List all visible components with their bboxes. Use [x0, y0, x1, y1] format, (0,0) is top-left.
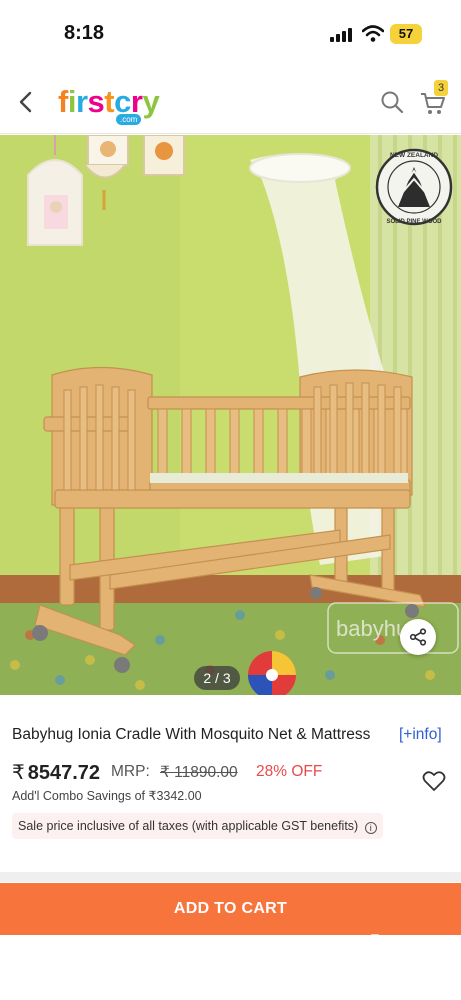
svg-text:olx: olx	[348, 929, 400, 970]
status-bar: 8:18 57	[0, 0, 461, 70]
cart-count-badge: 3	[434, 80, 448, 96]
share-button[interactable]	[400, 619, 436, 655]
logo-domain-tag: .com	[116, 114, 142, 125]
image-pager: 2 / 3	[194, 666, 240, 690]
combo-savings: Add'l Combo Savings of ₹3342.00	[12, 789, 202, 803]
app-header: firstcry .com 3	[0, 70, 461, 134]
product-image-carousel[interactable]: NEW ZEALAND SOLID PINE WOOD babyhug 2 / …	[0, 135, 461, 695]
sale-price: ₹8547.72	[12, 760, 100, 785]
wifi-icon	[362, 25, 384, 42]
firstcry-logo[interactable]: firstcry	[58, 84, 160, 120]
status-time: 8:18	[64, 22, 105, 44]
battery-indicator: 57	[390, 24, 422, 44]
product-title: Babyhug Ionia Cradle With Mosquito Net &…	[12, 726, 371, 743]
tax-note: Sale price inclusive of all taxes (with …	[12, 813, 383, 839]
price-value: 8547.72	[27, 762, 101, 784]
olx-watermark-logo: olx	[347, 928, 402, 972]
badge-bottom-text: SOLID PINE WOOD	[386, 219, 442, 225]
badge-top-text: NEW ZEALAND	[390, 152, 438, 159]
signal-icon	[330, 28, 354, 42]
info-icon[interactable]: i	[364, 822, 377, 834]
back-arrow-icon[interactable]	[14, 90, 38, 114]
currency-symbol: ₹	[12, 762, 25, 784]
more-info-link[interactable]: [+info]	[399, 726, 442, 744]
mrp-label: MRP:	[111, 763, 150, 780]
combo-savings-value: ₹3342.00	[148, 789, 202, 803]
product-image: NEW ZEALAND SOLID PINE WOOD babyhug	[0, 135, 461, 695]
share-icon	[409, 628, 427, 646]
mrp-value: ₹ 11890.00	[160, 764, 238, 781]
section-divider	[0, 872, 461, 882]
search-icon[interactable]	[380, 90, 404, 114]
discount-badge: 28% OFF	[256, 763, 323, 780]
wishlist-heart-icon[interactable]	[422, 770, 446, 792]
